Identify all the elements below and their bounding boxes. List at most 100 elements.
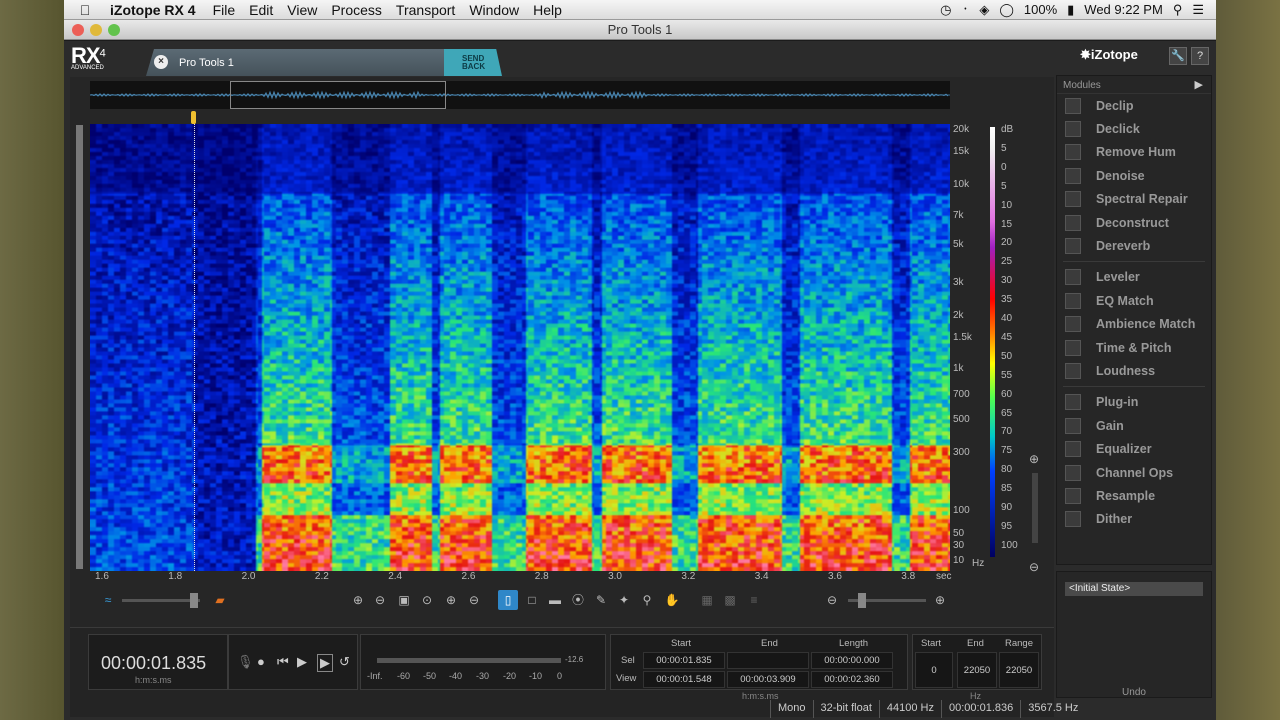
minimize-window-button[interactable] bbox=[90, 24, 102, 36]
zoom-out-time-icon[interactable]: ⊖ bbox=[370, 590, 390, 610]
apple-icon[interactable]:  bbox=[64, 2, 106, 18]
spectrogram-view-icon[interactable]: ▰ bbox=[210, 590, 230, 610]
menu-process[interactable]: Process bbox=[324, 2, 389, 18]
view-length-field[interactable]: 00:00:02.360 bbox=[811, 671, 893, 688]
notification-icon[interactable]: ☰ bbox=[1192, 2, 1204, 18]
zoom-full-icon[interactable]: ⊙ bbox=[417, 590, 437, 610]
module-deconstruct[interactable]: Deconstruct bbox=[1057, 211, 1211, 234]
module-channel-ops[interactable]: Channel Ops bbox=[1057, 461, 1211, 484]
module-dereverb[interactable]: Dereverb bbox=[1057, 234, 1211, 257]
undo-initial-state[interactable]: <Initial State> bbox=[1065, 582, 1203, 596]
menu-transport[interactable]: Transport bbox=[389, 2, 462, 18]
time-selection-tool-icon[interactable]: ▯ bbox=[498, 590, 518, 610]
sel-start-field[interactable]: 00:00:01.835 bbox=[643, 652, 725, 669]
spotlight-icon[interactable]: ⚲ bbox=[1173, 2, 1183, 18]
ambience-icon bbox=[1065, 316, 1081, 333]
time-machine-icon[interactable]: ◷ bbox=[940, 2, 951, 18]
module-dither[interactable]: Dither bbox=[1057, 508, 1211, 531]
zoom-selection-icon[interactable]: ▣ bbox=[394, 590, 414, 610]
sel-length-field[interactable]: 00:00:00.000 bbox=[811, 652, 893, 669]
module-ambience-match[interactable]: Ambience Match bbox=[1057, 313, 1211, 336]
module-declip[interactable]: Declip bbox=[1057, 94, 1211, 117]
modules-expand-icon[interactable]: ▶ bbox=[1195, 78, 1203, 91]
play-selection-button[interactable]: ▶ bbox=[317, 654, 333, 672]
module-resample[interactable]: Resample bbox=[1057, 484, 1211, 507]
record-button[interactable]: ● bbox=[257, 654, 265, 669]
zoom-slider-thumb[interactable] bbox=[858, 593, 866, 608]
hand-tool-icon[interactable]: ✋ bbox=[662, 590, 682, 610]
battery-percent[interactable]: 100% bbox=[1024, 2, 1057, 17]
menu-app-name[interactable]: iZotope RX 4 bbox=[106, 2, 206, 18]
lasso-tool-icon[interactable]: ⦿ bbox=[568, 590, 588, 610]
freq-zoom-out-icon[interactable]: ⊖ bbox=[1024, 557, 1044, 577]
settings-wrench-icon[interactable]: 🔧 bbox=[1169, 47, 1187, 65]
freq-tick-label: 3k bbox=[953, 277, 964, 288]
magic-wand-icon[interactable]: ✦ bbox=[614, 590, 634, 610]
transport-buttons: 🎙 ● ⏮ ▶ ▶ ↺ bbox=[228, 634, 358, 690]
menu-window[interactable]: Window bbox=[462, 2, 526, 18]
loop-button[interactable]: ↺ bbox=[339, 654, 350, 670]
range-start-field[interactable]: 0 bbox=[915, 652, 953, 688]
time-tick-label: 2.6 bbox=[461, 571, 476, 582]
zoom-tool-icon[interactable]: ⚲ bbox=[637, 590, 657, 610]
playhead-handle[interactable] bbox=[191, 111, 196, 124]
module-plug-in[interactable]: Plug-in bbox=[1057, 391, 1211, 414]
zoom-freq-out-icon[interactable]: ⊖ bbox=[464, 590, 484, 610]
close-window-button[interactable] bbox=[72, 24, 84, 36]
select-options-icon[interactable]: ≡ bbox=[744, 590, 764, 610]
view-end-field[interactable]: 00:00:03.909 bbox=[727, 671, 809, 688]
wifi-icon[interactable]: ◈ bbox=[979, 2, 989, 18]
chat-icon[interactable]: ◯ bbox=[999, 2, 1014, 18]
db-tick-label: 0 bbox=[1001, 161, 1007, 173]
play-button[interactable]: ▶ bbox=[297, 654, 307, 670]
close-tab-icon[interactable]: × bbox=[154, 55, 168, 69]
module-eq-match[interactable]: EQ Match bbox=[1057, 289, 1211, 312]
overview-view-window[interactable] bbox=[230, 81, 446, 109]
zoom-out-icon[interactable]: ⊖ bbox=[822, 590, 842, 610]
menu-file[interactable]: File bbox=[206, 2, 243, 18]
waveform-overview[interactable] bbox=[89, 81, 950, 109]
module-denoise[interactable]: Denoise bbox=[1057, 164, 1211, 187]
range-end-field[interactable]: 22050 bbox=[957, 652, 997, 688]
freq-zoom-slider[interactable] bbox=[1032, 473, 1038, 543]
freq-zoom-in-icon[interactable]: ⊕ bbox=[1024, 449, 1044, 469]
harmonic-select-icon[interactable]: ▦ bbox=[697, 590, 717, 610]
view-start-field[interactable]: 00:00:01.548 bbox=[643, 671, 725, 688]
help-icon[interactable]: ? bbox=[1191, 47, 1209, 65]
find-similar-icon[interactable]: ▩ bbox=[720, 590, 740, 610]
menu-help[interactable]: Help bbox=[526, 2, 569, 18]
rect-selection-tool-icon[interactable]: □ bbox=[522, 590, 542, 610]
module-spectral-repair[interactable]: Spectral Repair bbox=[1057, 188, 1211, 211]
module-gain[interactable]: Gain bbox=[1057, 414, 1211, 437]
zoom-freq-in-icon[interactable]: ⊕ bbox=[441, 590, 461, 610]
module-loudness[interactable]: Loudness bbox=[1057, 359, 1211, 382]
waveform-view-icon[interactable]: ≈ bbox=[98, 590, 118, 610]
microphone-icon[interactable]: 🎙 bbox=[237, 654, 254, 670]
vertical-scrollbar[interactable] bbox=[76, 125, 83, 569]
bluetooth-icon[interactable]: ᛫ bbox=[962, 2, 970, 17]
rewind-button[interactable]: ⏮ bbox=[277, 654, 289, 670]
module-leveler[interactable]: Leveler bbox=[1057, 266, 1211, 289]
zoom-window-button[interactable] bbox=[108, 24, 120, 36]
tab-pro-tools[interactable]: × Pro Tools 1 bbox=[146, 49, 451, 76]
menu-view[interactable]: View bbox=[280, 2, 324, 18]
module-equalizer[interactable]: Equalizer bbox=[1057, 437, 1211, 460]
menu-edit[interactable]: Edit bbox=[242, 2, 280, 18]
time-tick-label: 3.4 bbox=[754, 571, 769, 582]
battery-icon[interactable]: ▮ bbox=[1067, 2, 1074, 18]
zoom-in-time-icon[interactable]: ⊕ bbox=[348, 590, 368, 610]
zoom-in-icon[interactable]: ⊕ bbox=[930, 590, 950, 610]
sel-end-field[interactable] bbox=[727, 652, 809, 669]
view-blend-slider[interactable] bbox=[122, 599, 200, 602]
brush-tool-icon[interactable]: ✎ bbox=[591, 590, 611, 610]
view-blend-thumb[interactable] bbox=[190, 593, 198, 608]
menu-clock[interactable]: Wed 9:22 PM bbox=[1084, 2, 1163, 17]
send-back-button[interactable]: SEND BACK bbox=[444, 49, 502, 76]
spectrogram[interactable] bbox=[90, 124, 950, 571]
module-time-pitch[interactable]: Time & Pitch bbox=[1057, 336, 1211, 359]
db-tick-label: 35 bbox=[1001, 294, 1013, 306]
module-remove-hum[interactable]: Remove Hum bbox=[1057, 141, 1211, 164]
freq-selection-tool-icon[interactable]: ▬ bbox=[545, 590, 565, 610]
range-value-field[interactable]: 22050 bbox=[999, 652, 1039, 688]
module-declick[interactable]: Declick bbox=[1057, 117, 1211, 140]
